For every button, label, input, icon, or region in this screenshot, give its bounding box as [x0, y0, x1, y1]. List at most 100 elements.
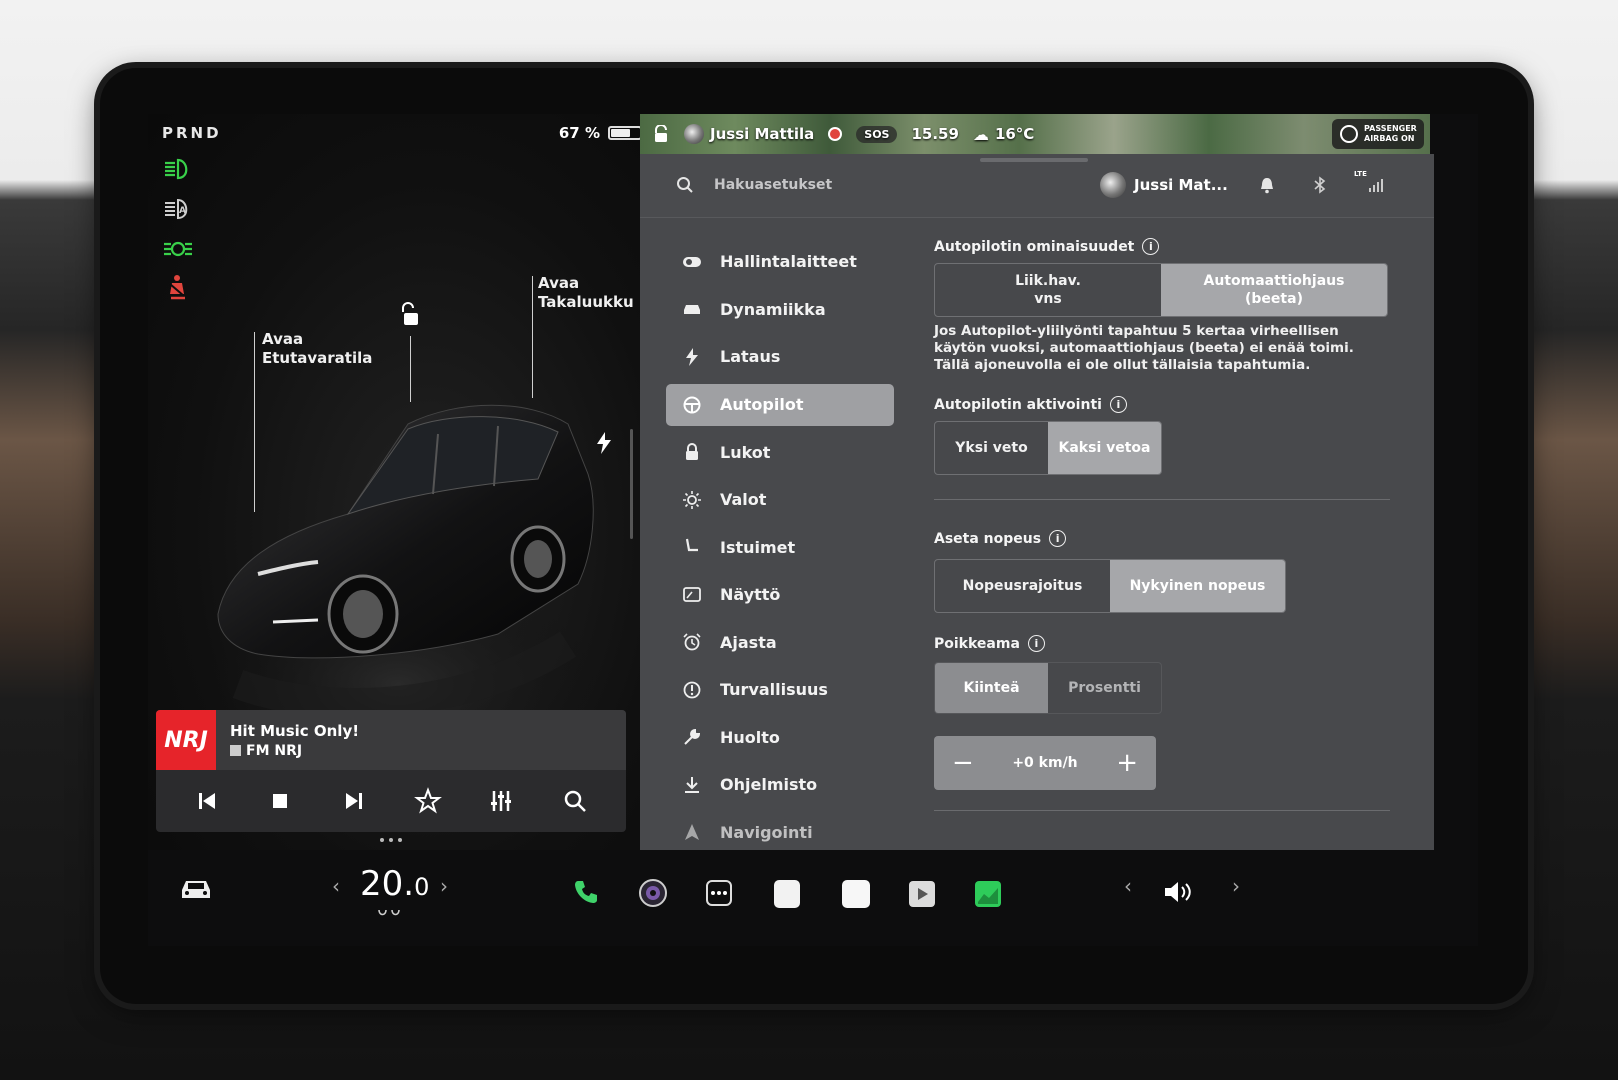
info-icon[interactable]: i	[1142, 238, 1160, 255]
menu-item-ohjelmisto[interactable]: Ohjelmisto	[666, 761, 894, 809]
menu-item-label: Hallintalaitteet	[720, 252, 857, 272]
svg-text:A: A	[179, 206, 186, 216]
car-controls-icon[interactable]	[178, 876, 214, 902]
profile-name: Jussi Mat...	[1134, 176, 1228, 194]
theater-app-icon[interactable]	[908, 880, 936, 908]
menu-item-lataus[interactable]: Lataus	[666, 333, 894, 381]
speed-limit-option[interactable]: Nopeusrajoitus	[935, 560, 1110, 612]
info-icon[interactable]: i	[1109, 396, 1127, 413]
decrease-button[interactable]: −	[952, 750, 974, 776]
temp-decimal: 0	[414, 873, 430, 901]
offset-title: Poikkeama i	[934, 635, 1394, 652]
offset-title-text: Poikkeama	[934, 635, 1020, 652]
trunk-callout-line	[532, 276, 533, 398]
unlock-icon[interactable]	[398, 302, 422, 328]
low-beam-icon	[165, 158, 188, 180]
menu-item-navigointi[interactable]: Navigointi	[666, 809, 894, 857]
current-speed-option[interactable]: Nykyinen nopeus	[1110, 560, 1285, 612]
menu-item-valot[interactable]: Valot	[666, 476, 894, 524]
info-icon[interactable]: i	[1027, 635, 1045, 652]
driver-profile-status[interactable]: Jussi Mattila	[684, 124, 814, 144]
map-strip[interactable]: Jussi Mattila SOS 15.59 ☁ 16°C PASSENGER…	[640, 114, 1430, 154]
info-icon[interactable]: i	[1049, 530, 1067, 547]
charge-port-icon[interactable]	[596, 432, 612, 454]
cabin-temperature[interactable]: 20. 0	[360, 864, 429, 904]
menu-item-label: Ajasta	[720, 632, 777, 652]
phone-icon[interactable]	[572, 878, 600, 906]
airbag-label-l2: AIRBAG ON	[1364, 134, 1415, 143]
car-view-panel: PRND 67 % A Avaa Etutavaratila Avaa Taka…	[148, 114, 660, 874]
camera-icon[interactable]	[638, 878, 668, 908]
battery-percent: 67 %	[558, 124, 600, 142]
energy-app-icon[interactable]	[974, 880, 1002, 908]
menu-item-label: Turvallisuus	[720, 680, 828, 700]
clock: 15.59	[911, 125, 959, 143]
increase-button[interactable]: +	[1116, 750, 1138, 776]
page-indicator	[380, 838, 402, 842]
temp-integer: 20.	[360, 864, 415, 904]
download-icon	[682, 775, 702, 795]
menu-item-label: Lukot	[720, 442, 771, 462]
search-icon[interactable]	[676, 176, 694, 194]
lock-status-icon	[655, 125, 667, 142]
next-track-icon[interactable]	[340, 787, 368, 815]
traffic-aware-cruise-option[interactable]: Liik.hav. vns	[935, 264, 1161, 316]
menu-item-label: Valot	[720, 490, 767, 510]
stop-icon[interactable]	[266, 787, 294, 815]
double-pull-option[interactable]: Kaksi vetoa	[1048, 422, 1161, 474]
media-source: FM NRJ	[230, 743, 359, 759]
temp-increase-icon[interactable]: ›	[440, 874, 448, 898]
media-now-playing[interactable]: NRJ Hit Music Only! FM NRJ	[156, 710, 626, 770]
menu-item-n-ytt-[interactable]: Näyttö	[666, 571, 894, 619]
recording-icon[interactable]	[828, 127, 843, 141]
search-input[interactable]: Hakuasetukset	[714, 177, 832, 193]
driver-avatar	[684, 124, 704, 144]
menu-item-label: Navigointi	[720, 822, 813, 842]
outside-temperature: 16°C	[994, 125, 1035, 143]
menu-item-lukot[interactable]: Lukot	[666, 429, 894, 477]
temp-decrease-icon[interactable]: ‹	[332, 874, 340, 898]
volume-up-icon[interactable]: ›	[1232, 874, 1240, 898]
bell-icon[interactable]	[1258, 176, 1276, 194]
offset-stepper: − +0 km/h +	[934, 736, 1156, 790]
fixed-option[interactable]: Kiinteä	[935, 663, 1048, 713]
menu-item-turvallisuus[interactable]: Turvallisuus	[666, 666, 894, 714]
profile-button[interactable]: Jussi Mat...	[1100, 172, 1228, 198]
media-search-icon[interactable]	[561, 787, 589, 815]
autosteer-option[interactable]: Automaattiohjaus (beeta)	[1161, 264, 1387, 316]
panel-drag-handle[interactable]	[980, 158, 1088, 162]
single-pull-option[interactable]: Yksi veto	[935, 422, 1048, 474]
trunk-callout[interactable]: Avaa Takaluukku	[538, 274, 634, 312]
menu-item-huolto[interactable]: Huolto	[666, 714, 894, 762]
set-speed-title-text: Aseta nopeus	[934, 530, 1042, 547]
sos-button[interactable]: SOS	[856, 125, 898, 143]
calendar-app-icon[interactable]	[774, 880, 800, 908]
menu-item-autopilot[interactable]: Autopilot	[666, 383, 894, 426]
station-name: FM NRJ	[246, 742, 303, 759]
menu-item-istuimet[interactable]: Istuimet	[666, 524, 894, 572]
menu-item-label: Ohjelmisto	[720, 775, 818, 795]
bolt-icon	[682, 347, 702, 367]
navigation-icon	[682, 822, 702, 842]
frunk-callout[interactable]: Avaa Etutavaratila	[262, 330, 372, 368]
option-line: vns	[1034, 291, 1062, 307]
car-icon	[682, 299, 702, 319]
lock-icon	[682, 442, 702, 462]
car-view-scrollbar[interactable]	[630, 429, 633, 539]
volume-down-icon[interactable]: ‹	[1124, 874, 1132, 898]
autosteer-note: Jos Autopilot-yliilyönti tapahtuu 5 kert…	[934, 323, 1354, 373]
percent-option[interactable]: Prosentti	[1048, 663, 1161, 713]
menu-item-dynamiikka[interactable]: Dynamiikka	[666, 286, 894, 334]
more-apps-icon[interactable]	[706, 880, 732, 906]
favorite-star-icon[interactable]	[413, 787, 442, 815]
offset-value: +0 km/h	[1012, 755, 1078, 771]
volume-icon[interactable]	[1162, 878, 1196, 906]
equalizer-icon[interactable]	[487, 787, 515, 815]
previous-track-icon[interactable]	[193, 787, 221, 815]
bluetooth-icon[interactable]	[1312, 176, 1328, 194]
menu-item-ajasta[interactable]: Ajasta	[666, 619, 894, 667]
parking-lights-icon	[164, 241, 192, 257]
menu-item-hallintalaitteet[interactable]: Hallintalaitteet	[666, 238, 894, 286]
seat-heater-icon[interactable]	[376, 908, 404, 920]
notes-app-icon[interactable]	[842, 880, 870, 908]
